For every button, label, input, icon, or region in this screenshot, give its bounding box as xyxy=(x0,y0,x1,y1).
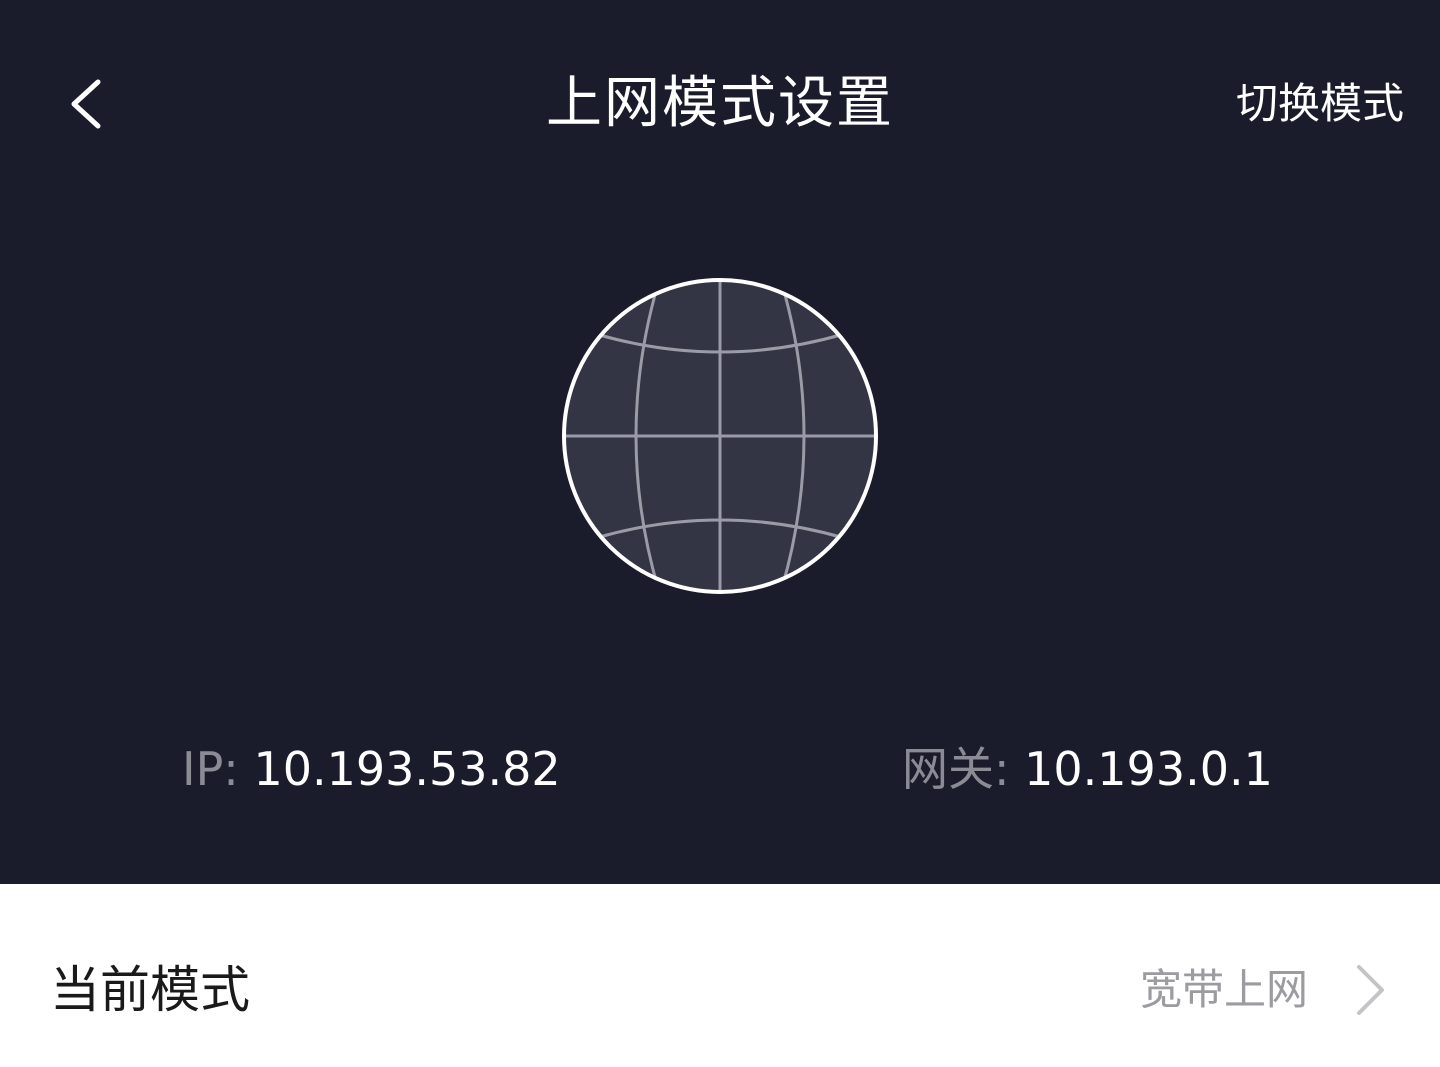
current-mode-value: 宽带上网 xyxy=(1139,965,1308,1014)
globe-icon xyxy=(558,274,882,598)
ip-value: 10.193.53.82 xyxy=(253,742,561,796)
switch-mode-button[interactable]: 切换模式 xyxy=(1236,74,1404,134)
ip-label: IP: xyxy=(182,742,239,796)
gateway-address: 网关: 10.193.0.1 xyxy=(902,738,1273,800)
current-mode-label: 当前模式 xyxy=(50,961,250,1019)
chevron-right-icon xyxy=(1350,960,1390,1020)
page-title: 上网模式设置 xyxy=(546,71,894,136)
gateway-label: 网关: xyxy=(902,742,1010,796)
gateway-value: 10.193.0.1 xyxy=(1024,742,1273,796)
ip-address: IP: 10.193.53.82 xyxy=(182,738,561,800)
hero-panel: 上网模式设置 切换模式 IP: 10.193.53.82 网关: 10.193.… xyxy=(0,0,1440,884)
